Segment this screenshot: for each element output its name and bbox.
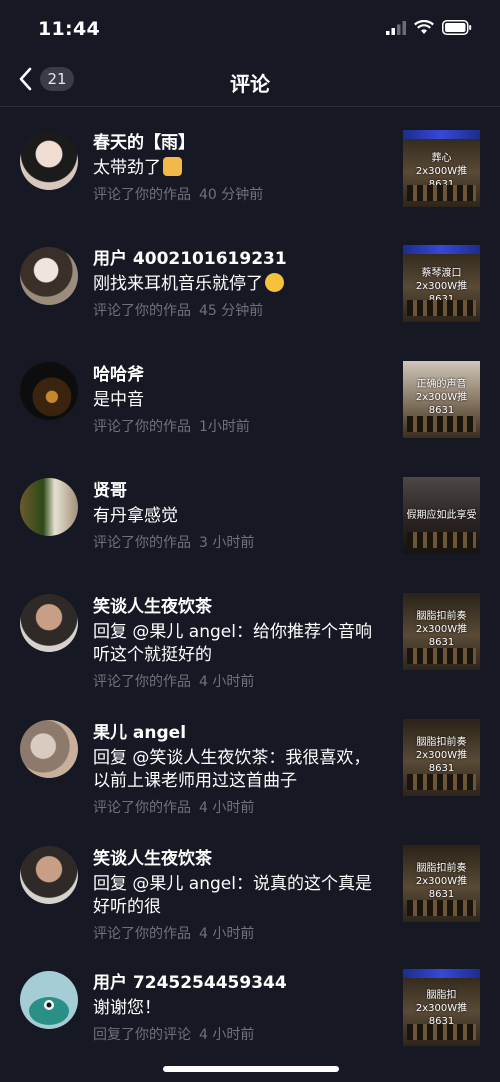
username[interactable]: 笑谈人生夜饮茶	[93, 595, 382, 619]
list-item[interactable]: 春天的【雨】 太带劲了 评论了你的作品40 分钟前 葬心 2x300W推8631…	[0, 107, 500, 223]
comment-meta: 评论了你的作品 4 小时前	[93, 926, 255, 942]
username[interactable]: 春天的【雨】	[93, 131, 382, 155]
comment-text: 回复 @果儿 angel：给你推荐个音响听这个就挺好的	[93, 622, 372, 665]
comment-text: 是中音	[93, 390, 144, 410]
avatar[interactable]	[20, 478, 78, 536]
list-item[interactable]: 笑谈人生夜饮茶 回复 @果儿 angel：给你推荐个音响听这个就挺好的 评论了你…	[0, 571, 500, 697]
avatar[interactable]	[20, 594, 78, 652]
avatar[interactable]	[20, 720, 78, 778]
comment-meta: 评论了你的作品 3 小时前	[93, 535, 255, 551]
status-bar: 11:44	[0, 0, 500, 60]
list-item[interactable]: 贤哥 有丹拿感觉 评论了你的作品 3 小时前 假期应如此享受	[0, 455, 500, 571]
video-thumbnail[interactable]: 胭脂扣前奏 2x300W推8631 务必戴 耳机听	[403, 593, 480, 670]
username[interactable]: 用户 4002101619231	[93, 247, 382, 271]
status-time: 11:44	[38, 18, 100, 40]
comment-meta: 评论了你的作品 45 分钟前	[93, 303, 264, 319]
avatar[interactable]	[20, 971, 78, 1029]
list-item[interactable]: 笑谈人生夜饮茶 回复 @果儿 angel：说真的这个真是好听的很 评论了你的作品…	[0, 823, 500, 949]
status-icons	[386, 20, 472, 35]
video-thumbnail[interactable]: 蔡琴渡口 2x300W推8631 请戴 聆听	[403, 245, 480, 322]
avatar[interactable]	[20, 846, 78, 904]
page-title: 评论	[230, 72, 270, 96]
username[interactable]: 果儿 angel	[93, 721, 382, 745]
smirk-face-emoji-icon	[265, 273, 284, 292]
header: 21 评论	[0, 60, 500, 107]
comment-meta: 评论了你的作品 1小时前	[93, 419, 250, 435]
avatar[interactable]	[20, 247, 78, 305]
avatar[interactable]	[20, 132, 78, 190]
comment-text: 有丹拿感觉	[93, 506, 178, 526]
thumbs-up-emoji-icon	[163, 157, 182, 176]
comment-text: 谢谢您！	[93, 998, 161, 1018]
video-thumbnail[interactable]: 胭脂扣前奏 2x300W推8631 务必戴 耳机听	[403, 845, 480, 922]
comment-text: 回复 @笑谈人生夜饮茶：我很喜欢，以前上课老师用过这首曲子	[93, 748, 371, 791]
comment-text: 刚找来耳机音乐就停了	[93, 273, 382, 296]
username[interactable]: 哈哈斧	[93, 363, 382, 387]
username[interactable]: 贤哥	[93, 479, 382, 503]
video-thumbnail[interactable]: 葬心 2x300W推8631 请戴 耳机	[403, 130, 480, 207]
video-thumbnail[interactable]: 胭脂扣 2x300W推8631 必戴 耳机	[403, 969, 480, 1046]
battery-icon	[442, 20, 472, 35]
list-item[interactable]: 用户 7245254459344 谢谢您！ 回复了你的评论 4 小时前 胭脂扣 2…	[0, 949, 500, 1065]
comment-meta: 评论了你的作品 40 分钟前	[93, 187, 264, 203]
comment-meta: 评论了你的作品 4 小时前	[93, 674, 255, 690]
username[interactable]: 笑谈人生夜饮茶	[93, 847, 382, 871]
video-thumbnail[interactable]: 胭脂扣前奏 2x300W推8631 务必戴 耳机听	[403, 719, 480, 796]
avatar[interactable]	[20, 362, 78, 420]
username[interactable]: 用户 7245254459344	[93, 971, 382, 995]
list-item[interactable]: 哈哈斧 是中音 评论了你的作品1小时前 正确的声音 2x300W推8631 请戴…	[0, 339, 500, 455]
list-item[interactable]: 果儿 angel 回复 @笑谈人生夜饮茶：我很喜欢，以前上课老师用过这首曲子 评…	[0, 697, 500, 823]
thumbnail-text: 假期应如此享受	[406, 510, 477, 521]
cellular-signal-icon	[386, 20, 406, 35]
comment-meta: 回复了你的评论 4 小时前	[93, 1027, 255, 1043]
wifi-icon	[414, 20, 434, 34]
video-thumbnail[interactable]: 正确的声音 2x300W推8631 请戴 聆赏	[403, 361, 480, 438]
home-indicator	[163, 1066, 339, 1072]
comment-text: 太带劲了	[93, 157, 382, 180]
monster-avatar-icon	[29, 997, 69, 1025]
list-item[interactable]: 用户 4002101619231 刚找来耳机音乐就停了 评论了你的作品 45 分钟…	[0, 223, 500, 339]
comment-meta: 评论了你的作品 4 小时前	[93, 800, 255, 816]
video-thumbnail[interactable]: 假期应如此享受	[403, 477, 480, 554]
comment-text: 回复 @果儿 angel：说真的这个真是好听的很	[93, 874, 372, 917]
